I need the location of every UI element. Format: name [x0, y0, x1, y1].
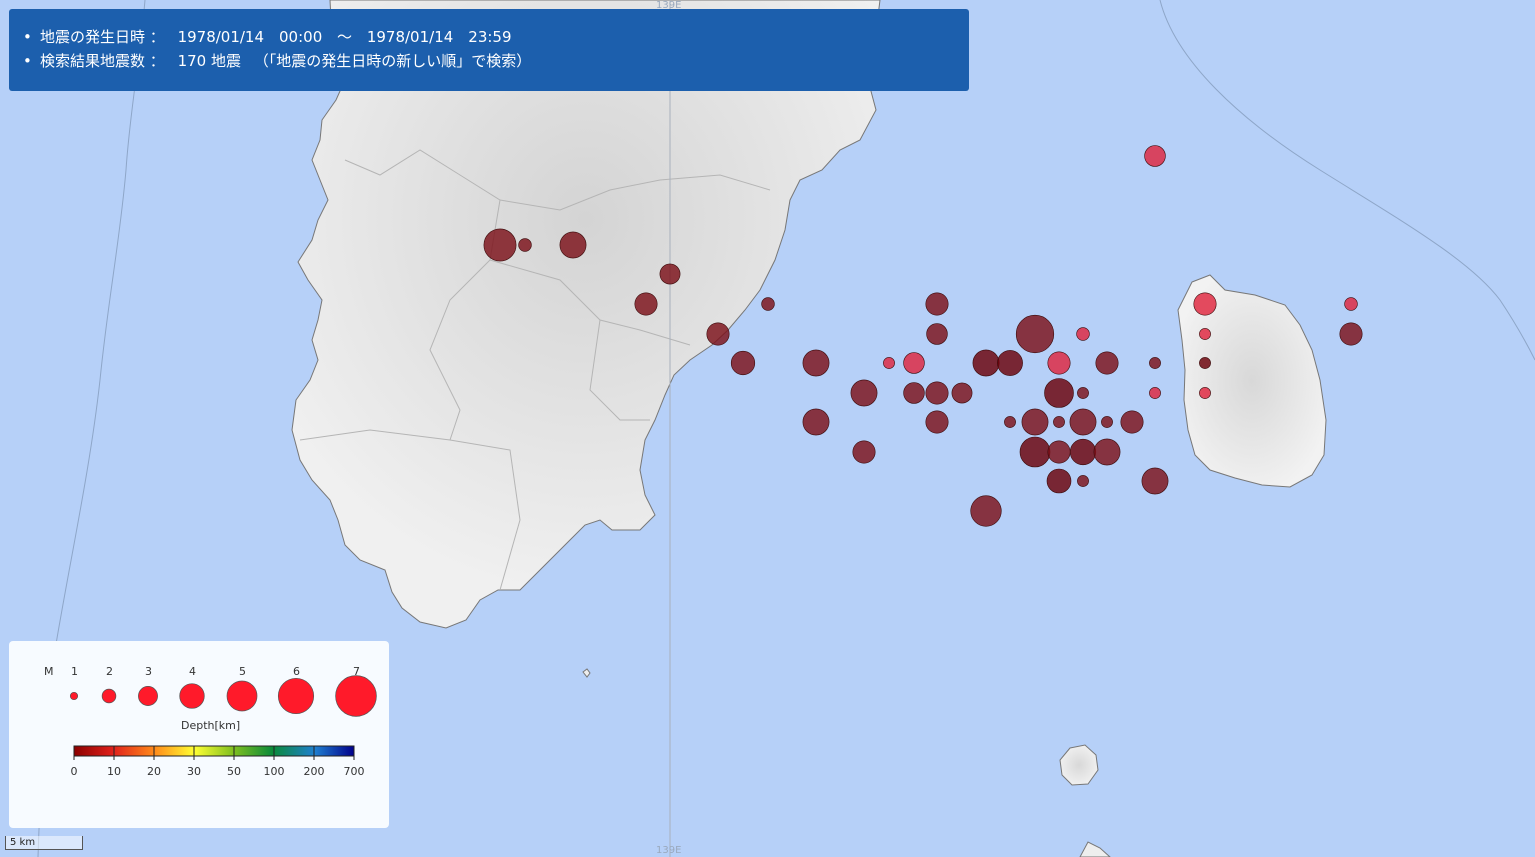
meridian-label-bottom: 139E: [656, 845, 682, 856]
date-range-line: 地震の発生日時 ： 1978/01/14 00:00 ～ 1978/01/14 …: [23, 25, 953, 49]
result-count-label: 検索結果地震数 ：: [40, 52, 165, 70]
magnitude-1-marker: [69, 691, 79, 701]
earthquake-marker[interactable]: [903, 382, 925, 404]
earthquake-marker[interactable]: [1077, 475, 1089, 487]
magnitude-6-marker: [277, 677, 315, 715]
earthquake-marker[interactable]: [1015, 314, 1055, 354]
earthquake-marker[interactable]: [1344, 297, 1358, 311]
magnitude-5-marker: [226, 680, 258, 712]
earthquake-marker[interactable]: [802, 408, 830, 436]
earthquake-marker[interactable]: [730, 350, 756, 376]
scale-bar: 5 km: [5, 836, 83, 850]
earthquake-marker[interactable]: [1076, 327, 1090, 341]
date-range-start: 1978/01/14 00:00: [177, 28, 323, 46]
earthquake-marker[interactable]: [802, 349, 830, 377]
legend-panel: M 1234567 Depth[km] 0 10 20 30 50 100 200 700: [9, 641, 389, 828]
earthquake-marker[interactable]: [483, 228, 517, 262]
depth-label-10: 10: [107, 765, 121, 778]
earthquake-marker[interactable]: [1149, 387, 1161, 399]
earthquake-marker[interactable]: [1069, 408, 1097, 436]
earthquake-marker[interactable]: [1021, 408, 1049, 436]
earthquake-marker[interactable]: [852, 440, 876, 464]
earthquake-marker[interactable]: [706, 322, 730, 346]
earthquake-marker[interactable]: [970, 495, 1002, 527]
earthquake-marker[interactable]: [1199, 328, 1211, 340]
depth-label-100: 100: [263, 765, 285, 778]
depth-label-700: 700: [343, 765, 365, 778]
depth-label-30: 30: [187, 765, 201, 778]
result-count-value: 170 地震: [177, 52, 241, 70]
result-sort-note: （「地震の発生日時の新しい順」で検索）: [253, 52, 532, 70]
earthquake-marker[interactable]: [634, 292, 658, 316]
earthquake-marker[interactable]: [1095, 351, 1119, 375]
earthquake-marker[interactable]: [1053, 416, 1065, 428]
earthquake-marker[interactable]: [1144, 145, 1166, 167]
earthquake-marker[interactable]: [925, 381, 949, 405]
earthquake-marker[interactable]: [1199, 387, 1211, 399]
earthquake-marker[interactable]: [1120, 410, 1144, 434]
earthquake-marker[interactable]: [903, 352, 925, 374]
magnitude-3-marker: [138, 686, 158, 706]
earthquake-marker[interactable]: [1004, 416, 1016, 428]
depth-label-50: 50: [227, 765, 241, 778]
depth-title: Depth[km]: [181, 719, 241, 732]
earthquake-marker[interactable]: [659, 263, 681, 285]
earthquake-marker[interactable]: [926, 323, 948, 345]
date-range-separator: ～: [337, 28, 353, 46]
earthquake-marker[interactable]: [1199, 357, 1211, 369]
magnitude-4-marker: [179, 683, 205, 709]
earthquake-marker[interactable]: [1046, 468, 1072, 494]
search-summary-panel: 地震の発生日時 ： 1978/01/14 00:00 ～ 1978/01/14 …: [9, 9, 969, 91]
depth-gradient-bar: [73, 745, 355, 757]
earthquake-marker[interactable]: [1339, 322, 1363, 346]
earthquake-marker[interactable]: [1149, 357, 1161, 369]
earthquake-marker[interactable]: [1069, 438, 1097, 466]
earthquake-marker[interactable]: [1093, 438, 1121, 466]
scale-label: 5 km: [10, 837, 36, 848]
earthquake-marker[interactable]: [1141, 467, 1169, 495]
result-count-line: 検索結果地震数 ： 170 地震 （「地震の発生日時の新しい順」で検索）: [23, 49, 953, 73]
earthquake-marker[interactable]: [1047, 440, 1071, 464]
depth-label-20: 20: [147, 765, 161, 778]
earthquake-marker[interactable]: [1019, 436, 1051, 468]
earthquake-marker[interactable]: [951, 382, 973, 404]
magnitude-2-marker: [101, 688, 117, 704]
earthquake-marker[interactable]: [1101, 416, 1113, 428]
earthquake-marker[interactable]: [1047, 351, 1071, 375]
earthquake-marker[interactable]: [925, 410, 949, 434]
magnitude-7-marker: [335, 675, 377, 717]
date-range-label: 地震の発生日時 ：: [40, 28, 165, 46]
earthquake-marker[interactable]: [1044, 378, 1074, 408]
earthquake-marker[interactable]: [1193, 292, 1217, 316]
depth-label-200: 200: [303, 765, 325, 778]
earthquake-marker[interactable]: [883, 357, 895, 369]
earthquake-marker[interactable]: [559, 231, 587, 259]
earthquake-marker[interactable]: [925, 292, 949, 316]
earthquake-marker[interactable]: [972, 349, 1000, 377]
earthquake-marker[interactable]: [761, 297, 775, 311]
depth-color-scale: [73, 745, 355, 760]
date-range-end: 1978/01/14 23:59: [366, 28, 512, 46]
earthquake-marker[interactable]: [518, 238, 532, 252]
earthquake-marker[interactable]: [850, 379, 878, 407]
earthquake-marker[interactable]: [1077, 387, 1089, 399]
earthquake-marker[interactable]: [997, 350, 1023, 376]
depth-label-0: 0: [70, 765, 78, 778]
